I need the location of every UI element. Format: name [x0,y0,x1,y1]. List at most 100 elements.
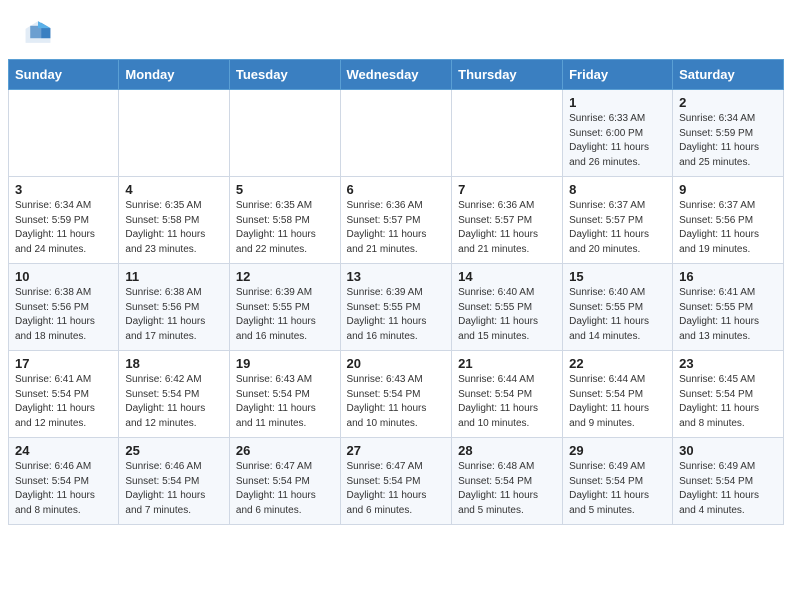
calendar-cell: 2 Sunrise: 6:34 AMSunset: 5:59 PMDaylight… [673,90,784,177]
day-info: Sunrise: 6:41 AMSunset: 5:55 PMDaylight:… [679,286,777,344]
calendar-cell: 18 Sunrise: 6:42 AMSunset: 5:54 PMDayligh… [119,351,230,438]
calendar-cell: 25 Sunrise: 6:46 AMSunset: 5:54 PMDayligh… [119,438,230,525]
calendar-cell [119,90,230,177]
header-saturday: Saturday [673,60,784,90]
calendar-table: SundayMondayTuesdayWednesdayThursdayFrid… [8,59,784,525]
day-info: Sunrise: 6:35 AMSunset: 5:58 PMDaylight:… [125,199,223,257]
day-number: 12 [236,269,334,284]
logo-icon [24,18,52,51]
day-info: Sunrise: 6:39 AMSunset: 5:55 PMDaylight:… [236,286,334,344]
header-sunday: Sunday [9,60,119,90]
day-number: 8 [569,182,666,197]
day-number: 19 [236,356,334,371]
day-number: 15 [569,269,666,284]
day-info: Sunrise: 6:37 AMSunset: 5:57 PMDaylight:… [569,199,666,257]
day-number: 25 [125,443,223,458]
calendar-cell: 27 Sunrise: 6:47 AMSunset: 5:54 PMDayligh… [340,438,452,525]
calendar-week-1: 1 Sunrise: 6:33 AMSunset: 6:00 PMDaylight… [9,90,784,177]
day-number: 6 [347,182,446,197]
day-info: Sunrise: 6:46 AMSunset: 5:54 PMDaylight:… [125,460,223,518]
calendar-cell [9,90,119,177]
calendar-cell: 14 Sunrise: 6:40 AMSunset: 5:55 PMDayligh… [452,264,563,351]
day-info: Sunrise: 6:40 AMSunset: 5:55 PMDaylight:… [458,286,556,344]
day-info: Sunrise: 6:41 AMSunset: 5:54 PMDaylight:… [15,373,112,431]
day-number: 16 [679,269,777,284]
calendar-week-4: 17 Sunrise: 6:41 AMSunset: 5:54 PMDayligh… [9,351,784,438]
calendar-cell: 12 Sunrise: 6:39 AMSunset: 5:55 PMDayligh… [229,264,340,351]
day-info: Sunrise: 6:33 AMSunset: 6:00 PMDaylight:… [569,112,666,170]
day-number: 21 [458,356,556,371]
day-number: 24 [15,443,112,458]
day-info: Sunrise: 6:43 AMSunset: 5:54 PMDaylight:… [236,373,334,431]
calendar-cell: 16 Sunrise: 6:41 AMSunset: 5:55 PMDayligh… [673,264,784,351]
calendar-header-row: SundayMondayTuesdayWednesdayThursdayFrid… [9,60,784,90]
calendar-cell: 30Sunrise: 6:49 AMSunset: 5:54 PMDayligh… [673,438,784,525]
header-thursday: Thursday [452,60,563,90]
calendar-cell: 6 Sunrise: 6:36 AMSunset: 5:57 PMDaylight… [340,177,452,264]
day-number: 9 [679,182,777,197]
day-info: Sunrise: 6:39 AMSunset: 5:55 PMDaylight:… [347,286,446,344]
day-info: Sunrise: 6:36 AMSunset: 5:57 PMDaylight:… [347,199,446,257]
calendar-cell: 17 Sunrise: 6:41 AMSunset: 5:54 PMDayligh… [9,351,119,438]
calendar-cell: 4 Sunrise: 6:35 AMSunset: 5:58 PMDaylight… [119,177,230,264]
calendar-cell: 26 Sunrise: 6:47 AMSunset: 5:54 PMDayligh… [229,438,340,525]
day-info: Sunrise: 6:45 AMSunset: 5:54 PMDaylight:… [679,373,777,431]
calendar-cell: 5Sunrise: 6:35 AMSunset: 5:58 PMDaylight… [229,177,340,264]
day-info: Sunrise: 6:36 AMSunset: 5:57 PMDaylight:… [458,199,556,257]
day-info: Sunrise: 6:34 AMSunset: 5:59 PMDaylight:… [15,199,112,257]
day-number: 13 [347,269,446,284]
day-number: 14 [458,269,556,284]
header-monday: Monday [119,60,230,90]
day-info: Sunrise: 6:47 AMSunset: 5:54 PMDaylight:… [347,460,446,518]
day-number: 29 [569,443,666,458]
day-info: Sunrise: 6:47 AMSunset: 5:54 PMDaylight:… [236,460,334,518]
calendar-cell: 3 Sunrise: 6:34 AMSunset: 5:59 PMDaylight… [9,177,119,264]
day-info: Sunrise: 6:44 AMSunset: 5:54 PMDaylight:… [458,373,556,431]
calendar-cell: 23Sunrise: 6:45 AMSunset: 5:54 PMDayligh… [673,351,784,438]
day-info: Sunrise: 6:38 AMSunset: 5:56 PMDaylight:… [125,286,223,344]
calendar-cell: 21 Sunrise: 6:44 AMSunset: 5:54 PMDayligh… [452,351,563,438]
calendar-cell: 15Sunrise: 6:40 AMSunset: 5:55 PMDayligh… [563,264,673,351]
day-number: 30 [679,443,777,458]
calendar-cell: 8 Sunrise: 6:37 AMSunset: 5:57 PMDaylight… [563,177,673,264]
header-wednesday: Wednesday [340,60,452,90]
day-info: Sunrise: 6:37 AMSunset: 5:56 PMDaylight:… [679,199,777,257]
logo [24,18,54,51]
header-friday: Friday [563,60,673,90]
day-info: Sunrise: 6:44 AMSunset: 5:54 PMDaylight:… [569,373,666,431]
day-info: Sunrise: 6:46 AMSunset: 5:54 PMDaylight:… [15,460,112,518]
calendar-cell: 1 Sunrise: 6:33 AMSunset: 6:00 PMDaylight… [563,90,673,177]
day-number: 22 [569,356,666,371]
calendar-cell: 20 Sunrise: 6:43 AMSunset: 5:54 PMDayligh… [340,351,452,438]
day-info: Sunrise: 6:49 AMSunset: 5:54 PMDaylight:… [569,460,666,518]
calendar-cell: 22 Sunrise: 6:44 AMSunset: 5:54 PMDayligh… [563,351,673,438]
day-number: 7 [458,182,556,197]
day-info: Sunrise: 6:34 AMSunset: 5:59 PMDaylight:… [679,112,777,170]
calendar-cell: 19 Sunrise: 6:43 AMSunset: 5:54 PMDayligh… [229,351,340,438]
calendar-cell: 13 Sunrise: 6:39 AMSunset: 5:55 PMDayligh… [340,264,452,351]
day-number: 2 [679,95,777,110]
page-header [0,0,792,59]
day-number: 18 [125,356,223,371]
calendar-cell: 29 Sunrise: 6:49 AMSunset: 5:54 PMDayligh… [563,438,673,525]
calendar-week-3: 10Sunrise: 6:38 AMSunset: 5:56 PMDayligh… [9,264,784,351]
day-info: Sunrise: 6:43 AMSunset: 5:54 PMDaylight:… [347,373,446,431]
calendar-cell: 11 Sunrise: 6:38 AMSunset: 5:56 PMDayligh… [119,264,230,351]
day-number: 4 [125,182,223,197]
calendar-cell: 10Sunrise: 6:38 AMSunset: 5:56 PMDayligh… [9,264,119,351]
calendar-cell: 28Sunrise: 6:48 AMSunset: 5:54 PMDayligh… [452,438,563,525]
day-number: 17 [15,356,112,371]
day-number: 26 [236,443,334,458]
day-number: 1 [569,95,666,110]
day-info: Sunrise: 6:35 AMSunset: 5:58 PMDaylight:… [236,199,334,257]
day-number: 27 [347,443,446,458]
day-number: 3 [15,182,112,197]
day-number: 11 [125,269,223,284]
calendar-cell [229,90,340,177]
calendar-cell [452,90,563,177]
day-number: 28 [458,443,556,458]
day-number: 20 [347,356,446,371]
calendar-week-2: 3 Sunrise: 6:34 AMSunset: 5:59 PMDaylight… [9,177,784,264]
day-info: Sunrise: 6:42 AMSunset: 5:54 PMDaylight:… [125,373,223,431]
calendar-cell: 7 Sunrise: 6:36 AMSunset: 5:57 PMDaylight… [452,177,563,264]
